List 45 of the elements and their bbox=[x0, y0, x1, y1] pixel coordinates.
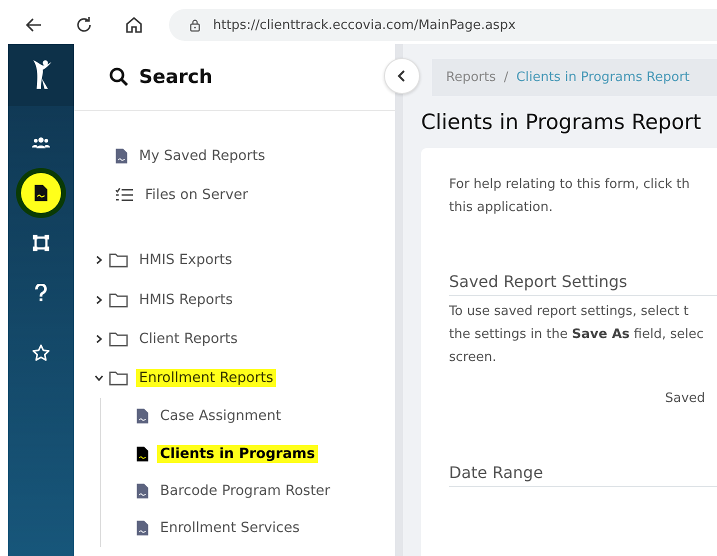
section-heading: Saved Report Settings bbox=[449, 272, 717, 296]
page-title: Clients in Programs Report bbox=[421, 110, 702, 134]
folder-item[interactable]: Enrollment Reports bbox=[136, 369, 276, 388]
document-icon[interactable] bbox=[32, 184, 50, 202]
folder-icon bbox=[109, 370, 128, 386]
lock-icon bbox=[189, 18, 201, 32]
instruction-text: screen. bbox=[449, 349, 498, 367]
address-bar[interactable]: https://clienttrack.eccovia.com/MainPage.aspx bbox=[169, 9, 717, 41]
star-icon[interactable] bbox=[32, 344, 50, 362]
chevron-down-icon[interactable] bbox=[94, 373, 104, 384]
document-icon bbox=[136, 482, 149, 500]
folder-item[interactable]: HMIS Reports bbox=[136, 290, 236, 309]
section-heading: Date Range bbox=[449, 463, 717, 487]
report-item[interactable]: Enrollment Services bbox=[157, 519, 303, 538]
instruction-text: the settings in the Save As field, selec bbox=[449, 326, 705, 344]
search-icon bbox=[109, 67, 129, 87]
reload-icon[interactable] bbox=[74, 15, 94, 35]
instruction-text: To use saved report settings, select t bbox=[449, 303, 690, 321]
breadcrumb-separator: / bbox=[504, 70, 508, 85]
report-item[interactable]: Files on Server bbox=[142, 186, 251, 204]
help-icon[interactable] bbox=[32, 284, 50, 302]
document-icon bbox=[136, 444, 149, 463]
help-text: this application. bbox=[449, 199, 554, 217]
nodes-icon[interactable] bbox=[32, 234, 50, 252]
folder-item[interactable]: HMIS Exports bbox=[136, 251, 236, 270]
document-icon bbox=[136, 519, 149, 538]
report-item[interactable]: Barcode Program Roster bbox=[157, 482, 334, 500]
help-text: For help relating to this form, click th bbox=[449, 176, 691, 194]
folder-icon bbox=[109, 252, 128, 268]
report-item[interactable]: Case Assignment bbox=[157, 407, 284, 426]
chevron-left-icon bbox=[397, 69, 407, 83]
checklist-icon bbox=[115, 186, 134, 203]
home-icon[interactable] bbox=[124, 15, 144, 35]
report-item[interactable]: Clients in Programs bbox=[157, 444, 318, 463]
folder-icon bbox=[109, 292, 128, 308]
chevron-right-icon[interactable] bbox=[94, 255, 104, 266]
folder-item[interactable]: Client Reports bbox=[136, 330, 241, 348]
search-title: Search bbox=[139, 66, 213, 88]
document-icon bbox=[136, 407, 149, 426]
folder-icon bbox=[109, 330, 128, 347]
field-label: Saved bbox=[665, 391, 706, 406]
document-icon bbox=[115, 146, 128, 165]
chevron-right-icon[interactable] bbox=[94, 334, 104, 344]
report-item[interactable]: My Saved Reports bbox=[136, 146, 268, 165]
chevron-right-icon[interactable] bbox=[94, 294, 104, 305]
